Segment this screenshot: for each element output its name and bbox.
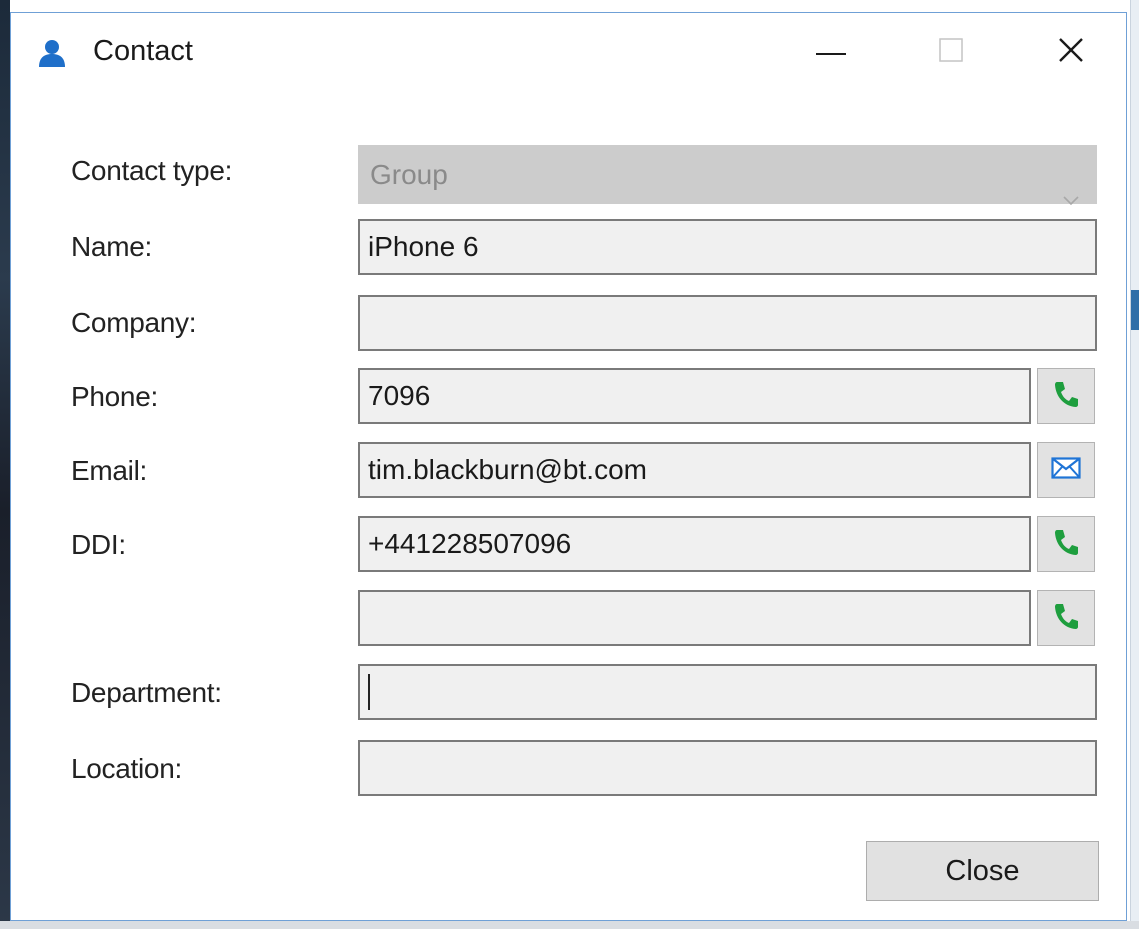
location-field[interactable] (358, 740, 1097, 796)
contact-type-value: Group (370, 159, 448, 190)
company-field[interactable] (358, 295, 1097, 351)
call-ddi-button[interactable] (1037, 516, 1095, 572)
envelope-icon (1051, 456, 1081, 484)
maximize-button[interactable] (921, 27, 981, 77)
name-field[interactable]: iPhone 6 (358, 219, 1097, 275)
name-label: Name: (71, 231, 152, 262)
call-phone-button[interactable] (1037, 368, 1095, 424)
email-field[interactable]: tim.blackburn@bt.com (358, 442, 1031, 498)
phone-icon (1053, 602, 1079, 635)
title-bar[interactable]: Contact (11, 13, 1126, 95)
phone-field[interactable]: 7096 (358, 368, 1031, 424)
ddi-field[interactable]: +441228507096 (358, 516, 1031, 572)
close-icon (1058, 37, 1084, 68)
contact-type-select[interactable]: Group (358, 145, 1097, 206)
extra-phone-field[interactable] (358, 590, 1031, 646)
phone-icon (1053, 528, 1079, 561)
location-label: Location: (71, 753, 182, 784)
phone-label: Phone: (71, 381, 158, 412)
department-field[interactable] (358, 664, 1097, 720)
email-label: Email: (71, 455, 147, 486)
minimize-button[interactable] (801, 27, 861, 77)
background-desktop-right (1130, 0, 1139, 929)
close-button[interactable]: Close (866, 841, 1099, 901)
contact-person-icon (39, 39, 65, 67)
chevron-down-icon (1063, 167, 1079, 206)
background-accent (1131, 290, 1139, 330)
call-extra-phone-button[interactable] (1037, 590, 1095, 646)
contact-dialog: Contact Contact type: Group Name: iPhone… (10, 12, 1127, 921)
window-title: Contact (93, 35, 193, 67)
minimize-icon (816, 43, 846, 61)
maximize-icon (939, 37, 963, 67)
phone-icon (1053, 380, 1079, 413)
ddi-label: DDI: (71, 529, 126, 560)
company-label: Company: (71, 307, 197, 338)
background-desktop-bottom (0, 921, 1139, 929)
send-email-button[interactable] (1037, 442, 1095, 498)
contact-type-label: Contact type: (71, 155, 233, 186)
background-desktop-left (0, 0, 10, 929)
close-window-button[interactable] (1041, 27, 1101, 77)
text-cursor (368, 673, 370, 710)
department-label: Department: (71, 677, 222, 708)
